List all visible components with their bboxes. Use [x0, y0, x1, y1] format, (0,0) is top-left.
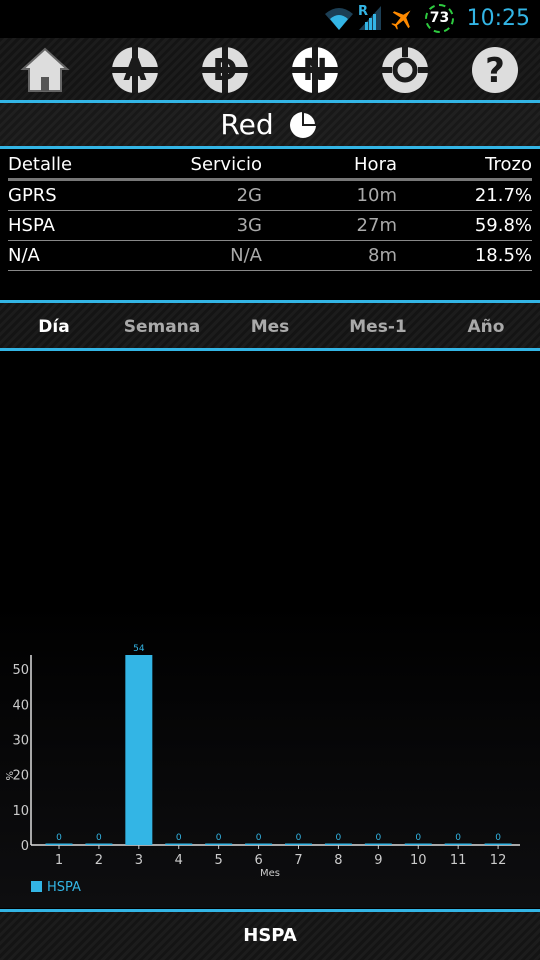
tab-mes[interactable]: Mes — [216, 317, 324, 337]
bar-value-label: 0 — [296, 833, 302, 843]
bar-value-label: 0 — [56, 833, 62, 843]
cell-trozo: 59.8% — [474, 215, 532, 236]
clock: 10:25 — [466, 6, 530, 31]
title-bar: Red — [0, 103, 540, 146]
bar-value-label: 0 — [216, 833, 222, 843]
bar-value-label: 0 — [176, 833, 182, 843]
cell-hora: 10m — [356, 185, 397, 206]
roaming-indicator: R — [358, 4, 368, 19]
x-tick-label: 3 — [135, 853, 143, 868]
x-tick-label: 2 — [95, 853, 103, 868]
chart-bar — [444, 843, 472, 845]
airplane-icon — [391, 10, 411, 30]
x-tick-label: 10 — [410, 853, 427, 868]
cell-servicio: 2G — [236, 185, 262, 206]
bottom-label[interactable]: HSPA — [0, 925, 540, 946]
cell-trozo: 21.7% — [474, 185, 532, 206]
y-axis-label: % — [3, 771, 14, 781]
x-tick-label: 4 — [175, 853, 183, 868]
bar-value-label: 0 — [495, 833, 501, 843]
toolbar: A D N ? — [0, 38, 540, 100]
header-detalle: Detalle — [8, 154, 73, 175]
help-icon-glyph: ? — [485, 51, 505, 91]
table-header: Detalle Servicio Hora Trozo — [8, 150, 532, 181]
bar-value-label: 54 — [133, 644, 145, 654]
help-icon[interactable]: ? — [470, 45, 520, 95]
legend-swatch — [31, 881, 42, 892]
tab-dia[interactable]: Día — [0, 317, 108, 337]
bar-value-label: 0 — [256, 833, 262, 843]
battery-badge: 73 — [425, 4, 454, 33]
cell-trozo: 18.5% — [474, 245, 532, 266]
table-row: N/A N/A 8m 18.5% — [8, 241, 532, 271]
y-tick-label: 50 — [12, 663, 29, 678]
cell-detalle: GPRS — [8, 185, 57, 206]
home-icon[interactable] — [20, 45, 70, 95]
cell-servicio: 3G — [236, 215, 262, 236]
usage-table: Detalle Servicio Hora Trozo GPRS 2G 10m … — [8, 150, 532, 271]
pie-chart-icon[interactable] — [289, 111, 317, 139]
tab-ano[interactable]: Año — [432, 317, 540, 337]
bar-value-label: 0 — [375, 833, 381, 843]
cell-hora: 8m — [368, 245, 397, 266]
cell-detalle: HSPA — [8, 215, 55, 236]
tab-mes-1[interactable]: Mes-1 — [324, 317, 432, 337]
bar-chart: 01020304050%0102543040506070809010011012… — [3, 644, 520, 895]
bottom-bar: HSPA — [0, 912, 540, 960]
y-tick-label: 40 — [12, 698, 29, 713]
chart-bar — [165, 843, 193, 845]
header-trozo: Trozo — [485, 154, 532, 175]
y-tick-label: 10 — [12, 804, 29, 819]
page-title: Red — [220, 108, 274, 141]
y-tick-label: 0 — [21, 839, 29, 854]
y-tick-label: 30 — [12, 733, 29, 748]
chart-bar — [205, 843, 233, 845]
cell-hora: 27m — [356, 215, 397, 236]
x-tick-label: 5 — [215, 853, 223, 868]
x-tick-label: 6 — [254, 853, 262, 868]
d-icon-letter: D — [213, 53, 238, 88]
x-axis-label: Mes — [260, 868, 280, 879]
divider — [0, 146, 540, 149]
signal-icon: R — [358, 4, 381, 30]
chart-bar — [404, 843, 432, 845]
bar-value-label: 0 — [455, 833, 461, 843]
x-tick-label: 8 — [334, 853, 342, 868]
d-icon[interactable]: D — [200, 45, 250, 95]
x-tick-label: 12 — [490, 853, 507, 868]
chart-bar — [125, 655, 153, 845]
ring-icon[interactable] — [380, 45, 430, 95]
chart-bar — [484, 843, 512, 845]
chart-bar — [324, 843, 352, 845]
tab-semana[interactable]: Semana — [108, 317, 216, 337]
chart-bar — [285, 843, 312, 845]
cell-detalle: N/A — [8, 245, 40, 266]
bar-value-label: 0 — [336, 833, 342, 843]
x-tick-label: 9 — [374, 853, 382, 868]
legend-label: HSPA — [47, 880, 81, 895]
chart-bar — [245, 843, 273, 845]
x-tick-label: 7 — [294, 853, 302, 868]
chart-bar — [364, 843, 392, 845]
n-icon[interactable]: N — [290, 45, 340, 95]
x-tick-label: 11 — [450, 853, 467, 868]
status-bar: R 73 10:25 — [0, 0, 540, 38]
a-icon-letter: A — [123, 53, 147, 88]
x-tick-label: 1 — [55, 853, 63, 868]
chart-area: 0 10 20 30 40 50% 0 1 0 2 54 3 0 4 0 5 0 6 0 7 0 8 0 9 0 10 0 11 0 12… — [0, 351, 540, 908]
header-hora: Hora — [354, 154, 397, 175]
bar-value-label: 0 — [96, 833, 102, 843]
table-row: HSPA 3G 27m 59.8% — [8, 211, 532, 241]
a-icon[interactable]: A — [110, 45, 160, 95]
header-servicio: Servicio — [190, 154, 262, 175]
chart-bar — [85, 843, 113, 845]
period-tabs: Día Semana Mes Mes-1 Año — [0, 303, 540, 348]
bar-value-label: 0 — [415, 833, 421, 843]
n-icon-letter: N — [302, 53, 327, 88]
table-row: GPRS 2G 10m 21.7% — [8, 181, 532, 211]
cell-servicio: N/A — [230, 245, 262, 266]
wifi-icon — [325, 8, 353, 30]
chart-bar — [45, 843, 73, 845]
